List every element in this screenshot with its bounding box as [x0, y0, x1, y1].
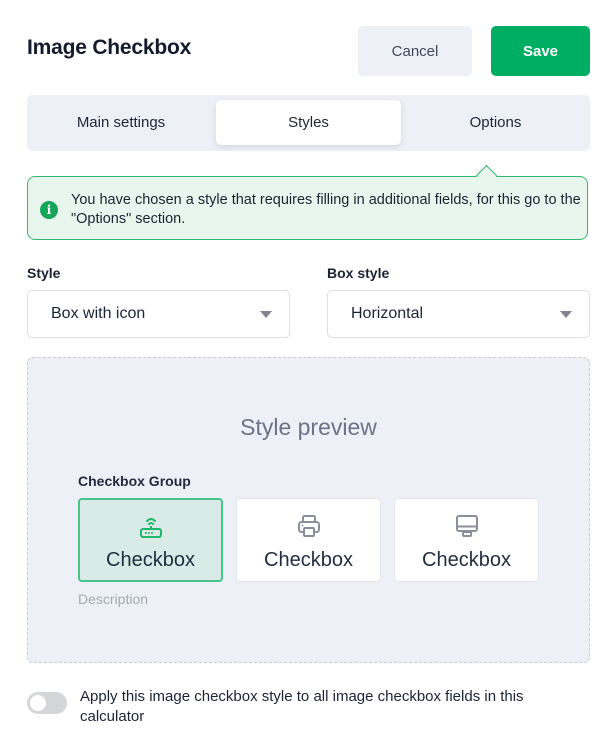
tab-options[interactable]: Options	[401, 100, 590, 145]
checkbox-option-label: Checkbox	[264, 549, 353, 571]
toggle-knob	[30, 695, 46, 711]
notice-pointer	[475, 164, 498, 187]
chevron-down-icon	[560, 311, 572, 318]
chevron-down-icon	[260, 311, 272, 318]
router-icon	[139, 518, 162, 538]
style-label: Style	[27, 265, 61, 281]
printer-icon	[297, 515, 320, 537]
notice-text: You have chosen a style that requires fi…	[71, 192, 581, 227]
checkbox-option-3[interactable]: Checkbox	[394, 498, 539, 582]
info-notice: i You have chosen a style that requires …	[27, 164, 588, 240]
save-button[interactable]: Save	[491, 26, 590, 76]
checkbox-description: Description	[78, 591, 149, 607]
style-preview: Style preview Checkbox Group Checkbox Ch…	[27, 357, 590, 663]
checkbox-option-2[interactable]: Checkbox	[236, 498, 381, 582]
checkbox-option-label: Checkbox	[106, 549, 195, 571]
box-style-select[interactable]: Horizontal	[327, 290, 590, 338]
info-icon: i	[40, 201, 58, 219]
style-select-value: Box with icon	[51, 305, 146, 322]
tab-main-settings[interactable]: Main settings	[27, 100, 215, 145]
monitor-icon	[455, 515, 478, 537]
tab-styles[interactable]: Styles	[216, 100, 401, 145]
apply-all-label: Apply this image checkbox style to all i…	[80, 688, 524, 725]
apply-all-toggle[interactable]	[27, 692, 67, 714]
cancel-button[interactable]: Cancel	[358, 26, 472, 76]
checkbox-option-1[interactable]: Checkbox	[78, 498, 223, 582]
page-title: Image Checkbox	[27, 36, 192, 59]
preview-title: Style preview	[240, 414, 377, 440]
box-style-label: Box style	[327, 265, 390, 281]
tab-bar: Main settings Styles Options	[27, 95, 590, 151]
style-select[interactable]: Box with icon	[27, 290, 290, 338]
checkbox-group-label: Checkbox Group	[78, 473, 191, 489]
checkbox-option-label: Checkbox	[422, 549, 511, 571]
box-style-select-value: Horizontal	[351, 305, 424, 322]
